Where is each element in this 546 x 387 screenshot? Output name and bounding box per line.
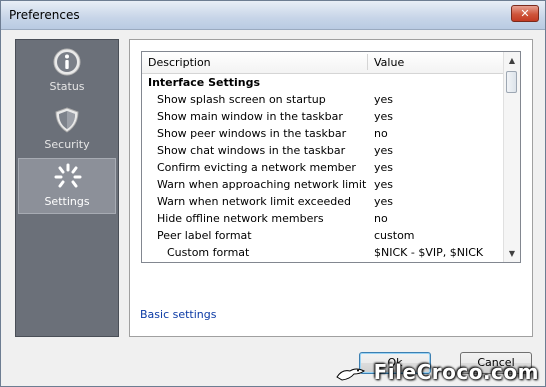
column-header-description[interactable]: Description <box>148 56 211 69</box>
table-row[interactable]: Warn when network limit exceeded yes <box>142 193 504 210</box>
close-icon: ✕ <box>520 7 530 20</box>
grid-section-row: Interface Settings <box>142 74 504 91</box>
info-icon <box>53 48 81 76</box>
column-divider[interactable] <box>367 54 368 70</box>
table-row[interactable]: Custom format $NICK - $VIP, $NICK <box>142 244 504 261</box>
column-header-value[interactable]: Value <box>374 56 404 69</box>
scroll-down-icon[interactable]: ▼ <box>504 245 520 262</box>
row-value[interactable]: yes <box>374 93 393 106</box>
window-title: Preferences <box>9 8 80 22</box>
scroll-up-icon[interactable]: ▲ <box>504 52 520 69</box>
scroll-thumb[interactable] <box>506 71 517 93</box>
row-description: Interface Settings <box>148 76 261 89</box>
basic-settings-link[interactable]: Basic settings <box>140 308 216 321</box>
close-button[interactable]: ✕ <box>511 5 539 22</box>
shield-icon <box>55 107 79 133</box>
watermark: FileCroco.com <box>336 360 539 384</box>
sidebar-item-label: Status <box>49 80 85 93</box>
preferences-window: Preferences ✕ Status Security Settings D… <box>0 0 546 387</box>
sidebar-item-status[interactable]: Status <box>18 44 116 100</box>
row-value[interactable]: no <box>374 212 388 225</box>
row-value[interactable]: yes <box>374 144 393 157</box>
table-row[interactable]: Show splash screen on startup yes <box>142 91 504 108</box>
row-value[interactable]: custom <box>374 229 415 242</box>
table-row[interactable]: Peer label format custom <box>142 227 504 244</box>
sidebar-item-security[interactable]: Security <box>18 102 116 158</box>
row-description: Warn when network limit exceeded <box>157 195 351 208</box>
sidebar-item-label: Settings <box>44 195 90 208</box>
row-value[interactable]: yes <box>374 178 393 191</box>
row-description: Show main window in the taskbar <box>157 110 343 123</box>
row-value[interactable]: no <box>374 127 388 140</box>
table-row[interactable]: Show chat windows in the taskbar yes <box>142 142 504 159</box>
row-description: Custom format <box>167 246 250 259</box>
row-description: Hide offline network members <box>157 212 324 225</box>
title-bar[interactable]: Preferences ✕ <box>1 1 545 30</box>
row-description: Show splash screen on startup <box>157 93 326 106</box>
row-description: Warn when approaching network limit <box>157 178 367 191</box>
table-row[interactable]: Show peer windows in the taskbar no <box>142 125 504 142</box>
grid-header: Description Value <box>142 52 504 74</box>
row-description: Show peer windows in the taskbar <box>157 127 347 140</box>
row-value[interactable]: $NICK - $VIP, $NICK <box>374 246 483 259</box>
row-value[interactable]: yes <box>374 195 393 208</box>
watermark-text: FileCroco.com <box>373 360 539 384</box>
vertical-scrollbar[interactable]: ▲ ▼ <box>503 52 520 262</box>
table-row[interactable]: Confirm evicting a network member yes <box>142 159 504 176</box>
row-description: Confirm evicting a network member <box>157 161 356 174</box>
settings-grid[interactable]: Description Value Interface Settings Show… <box>141 51 521 263</box>
row-description: Peer label format <box>157 229 252 242</box>
row-value[interactable]: yes <box>374 110 393 123</box>
crocodile-logo-icon <box>336 368 366 381</box>
sidebar-item-label: Security <box>44 138 90 151</box>
table-row[interactable]: Warn when approaching network limit yes <box>142 176 504 193</box>
settings-burst-icon <box>54 163 82 188</box>
grid-rows: Interface Settings Show splash screen on … <box>142 74 504 261</box>
row-description: Show chat windows in the taskbar <box>157 144 346 157</box>
row-value[interactable]: yes <box>374 161 393 174</box>
table-row[interactable]: Show main window in the taskbar yes <box>142 108 504 125</box>
sidebar-item-settings[interactable]: Settings <box>18 158 116 214</box>
sidebar: Status Security Settings <box>15 39 119 337</box>
table-row[interactable]: Hide offline network members no <box>142 210 504 227</box>
